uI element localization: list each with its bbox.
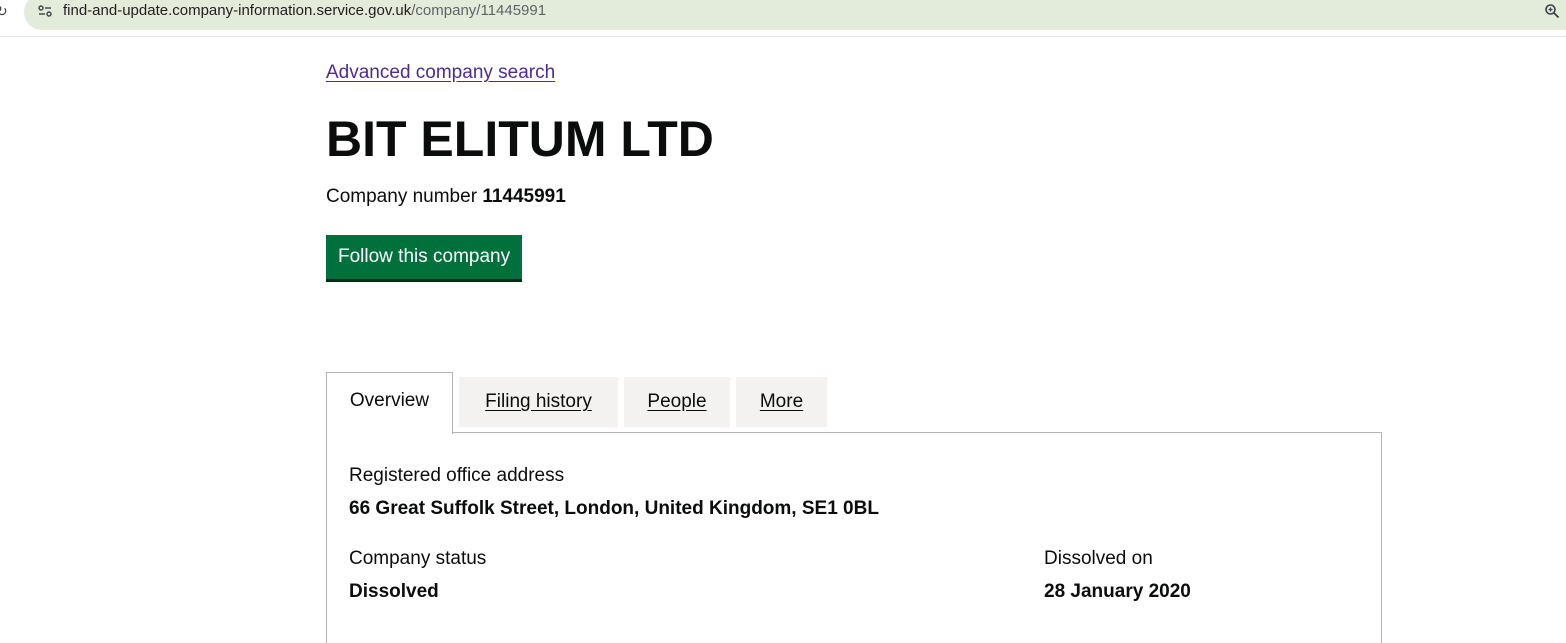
- address-bar[interactable]: find-and-update.company-information.serv…: [24, 0, 1566, 30]
- registered-office-label: Registered office address: [349, 465, 565, 486]
- company-tabs: Overview Filing history People More Regi…: [326, 372, 1382, 643]
- company-name: BIT ELITUM LTD: [326, 111, 714, 167]
- tab-filing-history[interactable]: Filing history: [459, 377, 618, 427]
- follow-company-button[interactable]: Follow this company: [326, 235, 523, 279]
- company-status-label: Company status: [349, 548, 487, 569]
- tab-overview[interactable]: Overview: [326, 372, 453, 434]
- registered-office-value: 66 Great Suffolk Street, London, United …: [349, 498, 879, 519]
- tune-icon[interactable]: [38, 4, 52, 18]
- url-path: /company/11445991: [411, 2, 547, 19]
- overview-panel: Registered office address 66 Great Suffo…: [326, 432, 1382, 643]
- company-number-value: 11445991: [482, 186, 566, 207]
- url-host: find-and-update.company-information.serv…: [63, 2, 412, 19]
- tab-people[interactable]: People: [624, 377, 730, 427]
- tab-more[interactable]: More: [736, 377, 827, 427]
- reload-icon[interactable]: ↻: [0, 4, 8, 20]
- browser-toolbar: ↻ find-and-update.company-information.se…: [0, 0, 1566, 37]
- dissolved-on-value: 28 January 2020: [1044, 581, 1191, 602]
- company-status-value: Dissolved: [349, 581, 439, 602]
- company-number-label: Company number: [326, 186, 478, 207]
- dissolved-on-label: Dissolved on: [1044, 548, 1153, 569]
- zoom-icon[interactable]: [1544, 3, 1560, 19]
- company-number-line: Company number 11445991: [326, 184, 566, 210]
- advanced-search-link[interactable]: Advanced company search: [326, 60, 555, 86]
- url-text[interactable]: find-and-update.company-information.serv…: [63, 2, 546, 20]
